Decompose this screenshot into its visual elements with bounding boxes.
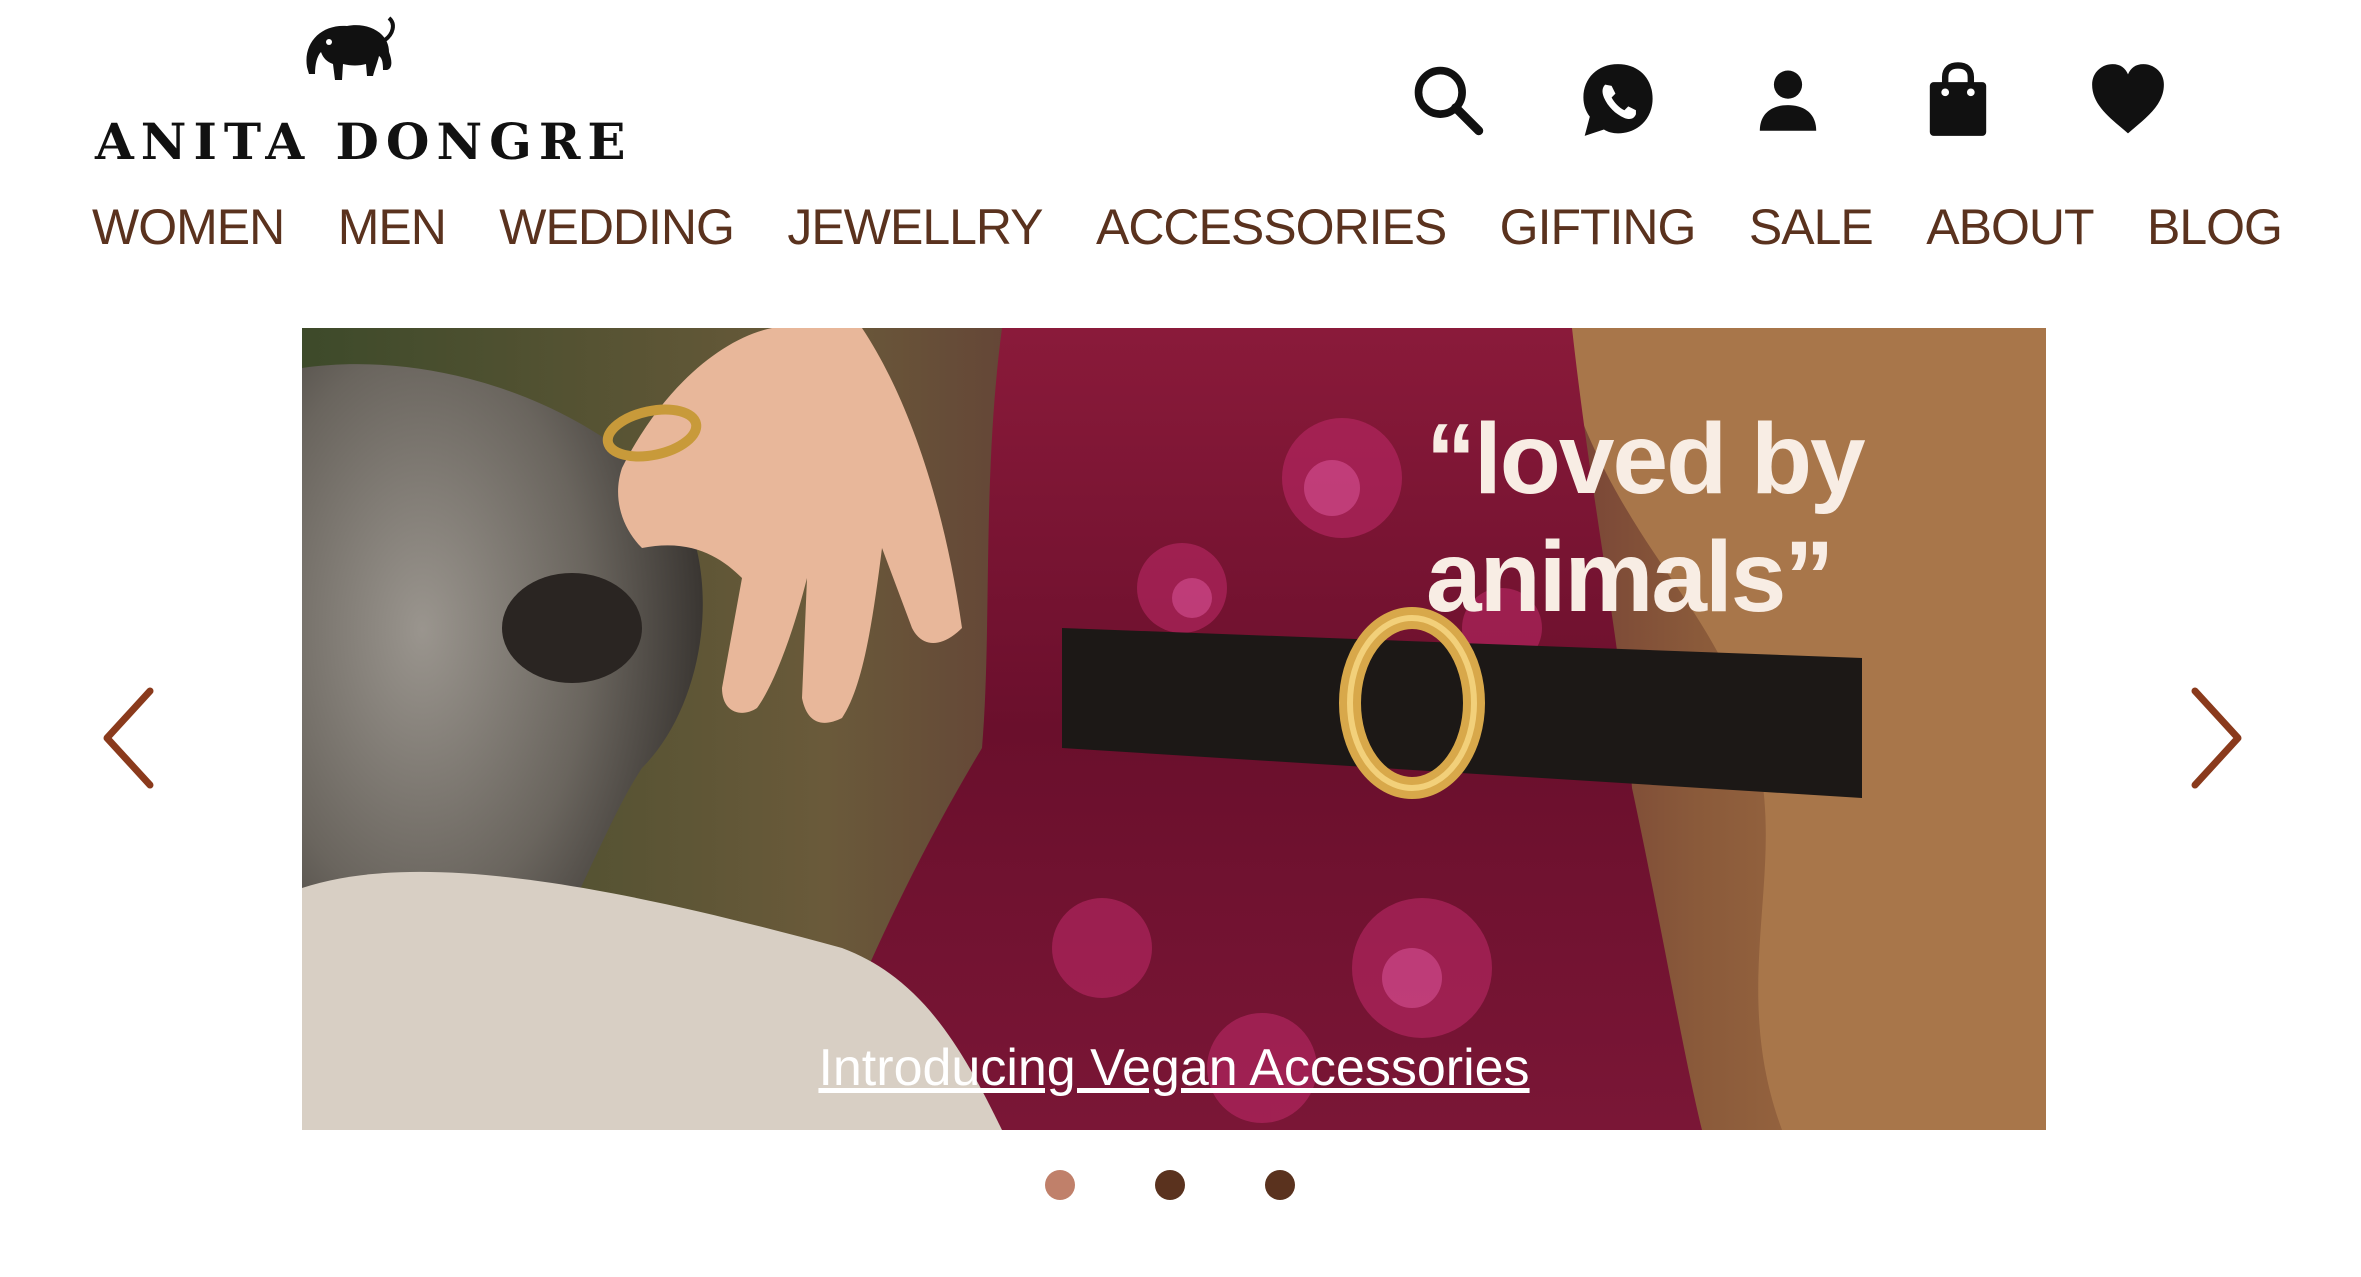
carousel-dot-2[interactable] (1155, 1170, 1185, 1200)
nav-item-women[interactable]: WOMEN (92, 198, 285, 256)
main-nav: WOMEN MEN WEDDING JEWELLRY ACCESSORIES G… (92, 192, 2283, 262)
nav-item-about[interactable]: ABOUT (1926, 198, 2094, 256)
account-icon[interactable] (1740, 52, 1836, 148)
hero-cta-link[interactable]: Introducing Vegan Accessories (302, 1038, 2046, 1098)
nav-item-gifting[interactable]: GIFTING (1500, 198, 1697, 256)
carousel-dot-3[interactable] (1265, 1170, 1295, 1200)
nav-item-blog[interactable]: BLOG (2147, 198, 2283, 256)
wishlist-heart-icon[interactable] (2080, 52, 2176, 148)
shopping-bag-icon[interactable] (1910, 52, 2006, 148)
chevron-right-icon[interactable] (2180, 683, 2250, 793)
nav-item-jewellry[interactable]: JEWELLRY (787, 198, 1043, 256)
brand-logo[interactable]: ANITA DONGRE (95, 12, 626, 171)
brand-name: ANITA DONGRE (95, 112, 633, 171)
elephant-logo-icon (306, 16, 395, 81)
hero-carousel: “loved by animals” Introducing Vegan Acc… (0, 328, 2361, 1200)
hero-headline: “loved by animals” (1426, 403, 1866, 633)
carousel-dot-1[interactable] (1045, 1170, 1075, 1200)
search-icon[interactable] (1400, 52, 1496, 148)
whatsapp-icon[interactable] (1570, 52, 1666, 148)
chevron-left-icon[interactable] (95, 683, 165, 793)
hero-slide[interactable]: “loved by animals” Introducing Vegan Acc… (302, 328, 2046, 1130)
nav-item-wedding[interactable]: WEDDING (499, 198, 735, 256)
nav-item-accessories[interactable]: ACCESSORIES (1096, 198, 1447, 256)
nav-item-men[interactable]: MEN (338, 198, 447, 256)
nav-item-sale[interactable]: SALE (1749, 198, 1874, 256)
carousel-pagination (1045, 1170, 1305, 1204)
page: ANITA DONGRE WOMEN MEN WEDDING JEWELLRY … (0, 0, 2361, 1277)
